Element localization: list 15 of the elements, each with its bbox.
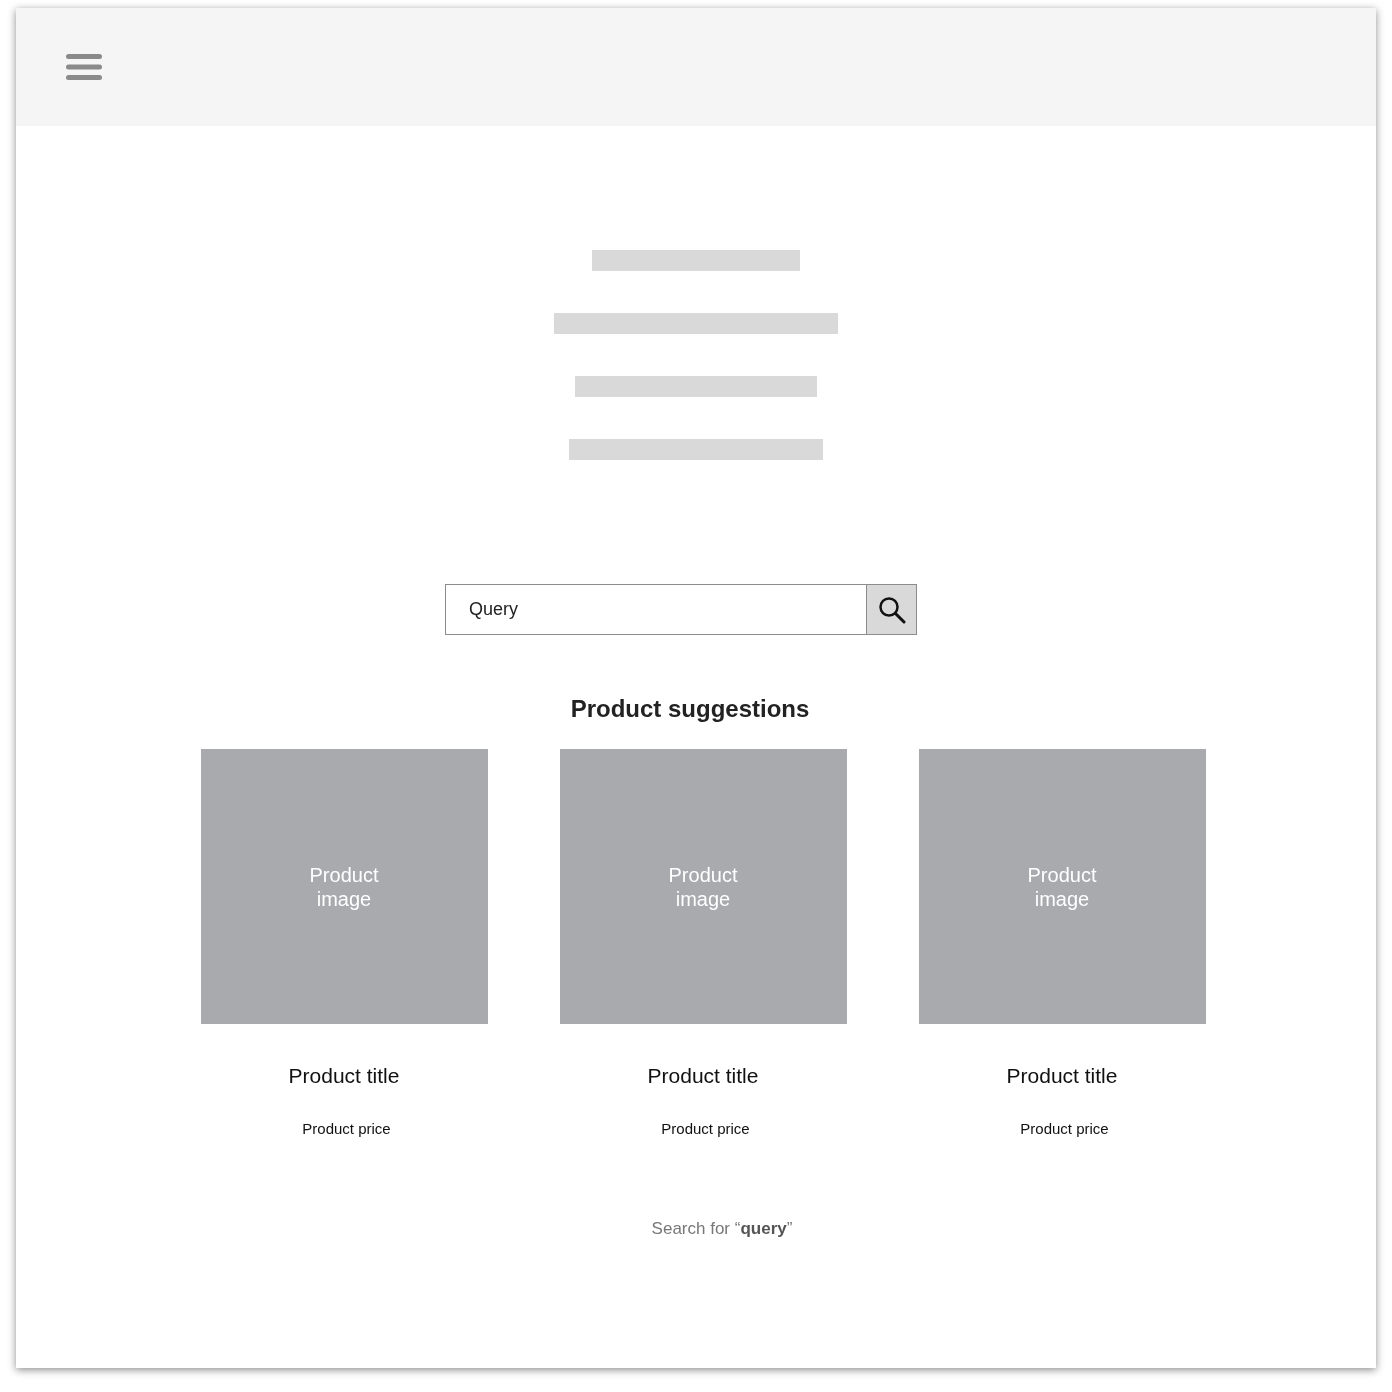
- search-field[interactable]: Query: [445, 584, 867, 635]
- product-price: Product price: [302, 1118, 391, 1139]
- product-title[interactable]: Product title: [288, 1060, 400, 1092]
- search-icon: [877, 595, 906, 624]
- search-button[interactable]: [867, 584, 917, 635]
- image-label: Product image: [667, 862, 739, 911]
- product-title[interactable]: Product title: [1006, 1060, 1118, 1092]
- image-label: Product image: [1026, 862, 1098, 911]
- menu-icon[interactable]: [66, 54, 102, 80]
- product-price: Product price: [1020, 1118, 1109, 1139]
- product-title[interactable]: Product title: [647, 1060, 759, 1092]
- image-label: Product image: [308, 862, 380, 911]
- section-heading: Product suggestions: [570, 694, 810, 724]
- search-link[interactable]: Search for “query”: [651, 1216, 793, 1242]
- product-price: Product price: [661, 1118, 750, 1139]
